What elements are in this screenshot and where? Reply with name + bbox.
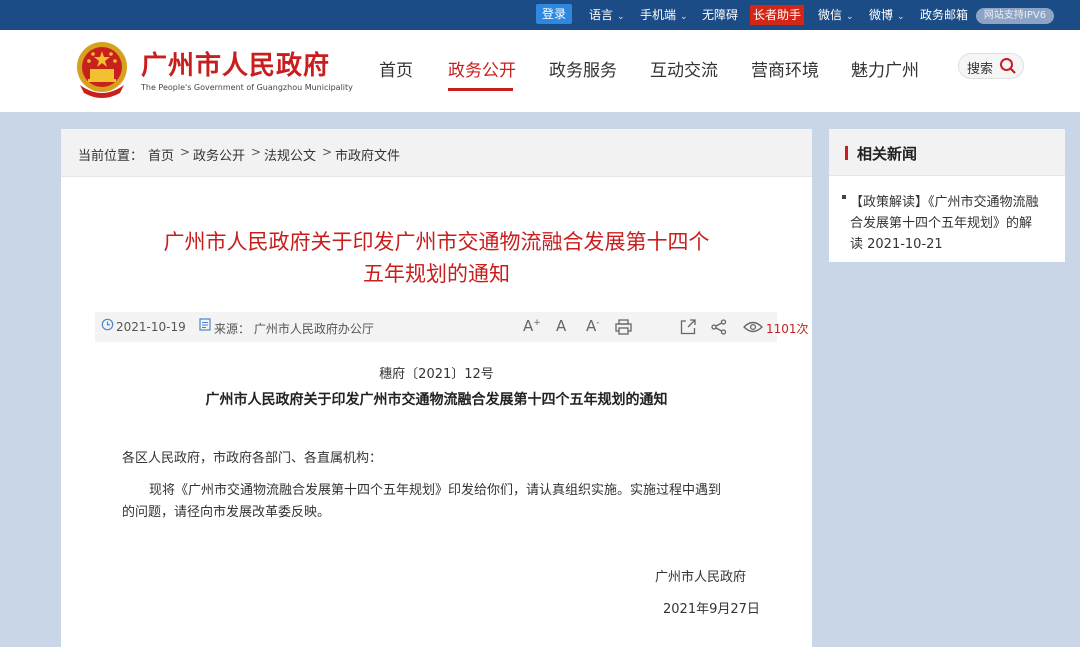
document-number: 穗府〔2021〕12号 xyxy=(379,367,494,382)
site-subtitle: The People's Government of Guangzhou Mun… xyxy=(141,83,353,92)
language-menu[interactable]: 语言 ⌄ xyxy=(589,0,625,30)
print-icon[interactable] xyxy=(615,319,632,335)
title-marker xyxy=(845,146,848,160)
share-icon[interactable] xyxy=(680,318,696,335)
search-icon xyxy=(1000,58,1016,74)
eye-icon xyxy=(743,321,763,333)
body-paragraph-line2: 的问题，请径向市发展改革委反映。 xyxy=(122,505,331,520)
article-title-line1: 广州市人民政府关于印发广州市交通物流融合发展第十四个 xyxy=(163,230,710,254)
clock-icon xyxy=(101,318,114,331)
language-label: 语言 xyxy=(589,8,614,22)
nav-business-environment[interactable]: 营商环境 xyxy=(751,56,819,81)
ipv6-badge: 网站支持IPV6 xyxy=(976,8,1054,24)
mobile-label: 手机端 xyxy=(640,8,677,22)
breadcrumb-regulations[interactable]: 法规公文 xyxy=(264,145,316,164)
top-utility-bar: 登录 语言 ⌄ 手机端 ⌄ 无障碍 长者助手 微信 ⌄ 微博 ⌄ 政务邮箱 网站支持IP… xyxy=(0,0,1080,30)
sign-date: 2021年9月27日 xyxy=(663,602,760,617)
weibo-label: 微博 xyxy=(869,8,894,22)
active-nav-indicator xyxy=(448,88,513,91)
publish-date: 2021-10-19 xyxy=(116,320,186,334)
breadcrumb-separator: > xyxy=(322,145,333,159)
breadcrumb-label: 当前位置： xyxy=(78,149,144,164)
font-default-icon[interactable]: A xyxy=(556,317,566,335)
related-news-item-line3: 读 2021-10-21 xyxy=(850,237,943,252)
search-button[interactable]: 搜索 xyxy=(958,53,1024,79)
site-title[interactable]: 广州市人民政府 xyxy=(141,45,330,82)
body-paragraph-line1: 现将《广州市交通物流融合发展第十四个五年规划》印发给你们，请认真组织实施。实施过… xyxy=(149,483,722,498)
list-bullet xyxy=(842,195,846,199)
document-heading: 广州市人民政府关于印发广州市交通物流融合发展第十四个五年规划的通知 xyxy=(205,392,668,408)
view-count: 1101次 xyxy=(766,322,809,336)
breadcrumb-separator: > xyxy=(251,145,262,159)
chevron-down-icon: ⌄ xyxy=(846,12,854,22)
breadcrumb-home[interactable]: 首页 xyxy=(148,145,174,164)
share-link-icon[interactable] xyxy=(711,319,727,335)
nav-gov-services[interactable]: 政务服务 xyxy=(549,56,617,81)
breadcrumb: 当前位置： 首页 > 政务公开 > 法规公文 > 市政府文件 xyxy=(61,129,812,177)
chevron-down-icon: ⌄ xyxy=(897,12,905,22)
nav-charm-guangzhou[interactable]: 魅力广州 xyxy=(851,56,919,81)
weibo-menu[interactable]: 微博 ⌄ xyxy=(869,0,905,30)
related-news-header: 相关新闻 xyxy=(829,129,1065,176)
mobile-menu[interactable]: 手机端 ⌄ xyxy=(640,0,688,30)
breadcrumb-separator: > xyxy=(180,145,191,159)
chevron-down-icon: ⌄ xyxy=(680,12,688,22)
wechat-menu[interactable]: 微信 ⌄ xyxy=(818,0,854,30)
accessibility-link[interactable]: 无障碍 xyxy=(702,0,738,30)
font-increase-icon[interactable]: A+ xyxy=(523,317,541,335)
chevron-down-icon: ⌄ xyxy=(617,12,625,22)
article-source: 来源： 广州市人民政府办公厅 xyxy=(214,322,374,336)
breadcrumb-gov-affairs[interactable]: 政务公开 xyxy=(193,145,245,164)
article-meta-bar: 2021-10-19 来源： 广州市人民政府办公厅 A+ A A- 1101次 xyxy=(95,312,809,342)
related-news-item-line2: 合发展第十四个五年规划》的解 xyxy=(850,216,1033,231)
login-button[interactable]: 登录 xyxy=(536,4,572,24)
wechat-label: 微信 xyxy=(818,8,843,22)
gov-mail-link[interactable]: 政务邮箱 xyxy=(920,0,968,30)
article-panel: 当前位置： 首页 > 政务公开 > 法规公文 > 市政府文件 广州市人民政府关于… xyxy=(61,129,812,647)
document-icon xyxy=(199,318,211,331)
search-label: 搜索 xyxy=(967,62,994,77)
elder-assistant-button[interactable]: 长者助手 xyxy=(750,5,804,25)
font-decrease-icon[interactable]: A- xyxy=(586,317,600,335)
salutation: 各区人民政府，市政府各部门、各直属机构： xyxy=(122,451,383,466)
national-emblem-icon xyxy=(77,42,127,98)
nav-gov-affairs-open[interactable]: 政务公开 xyxy=(448,56,516,81)
related-news-item-line1: 【政策解读】《广州市交通物流融 xyxy=(850,195,1039,210)
site-header: 广州市人民政府 The People's Government of Guang… xyxy=(0,30,1080,112)
article-title-line2: 五年规划的通知 xyxy=(363,262,510,286)
related-news-panel: 相关新闻 【政策解读】《广州市交通物流融 合发展第十四个五年规划》的解 读 20… xyxy=(829,129,1065,262)
nav-interaction[interactable]: 互动交流 xyxy=(650,56,718,81)
related-news-title: 相关新闻 xyxy=(857,145,918,163)
nav-home[interactable]: 首页 xyxy=(379,56,413,81)
signature: 广州市人民政府 xyxy=(655,570,747,585)
breadcrumb-city-docs[interactable]: 市政府文件 xyxy=(335,145,400,164)
